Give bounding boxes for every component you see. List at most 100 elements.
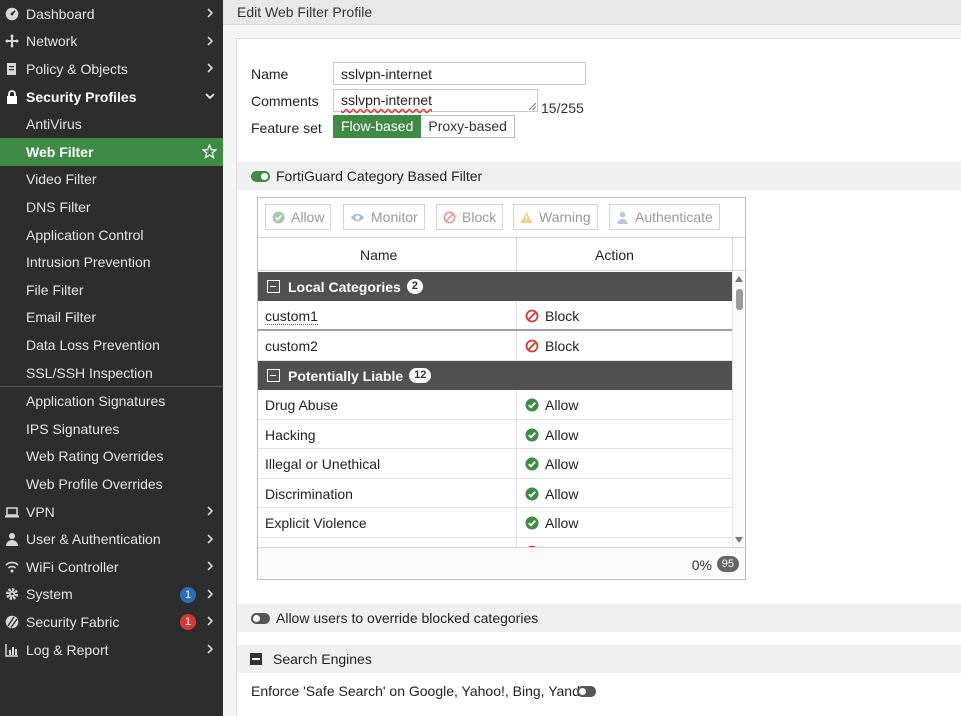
warning-icon bbox=[520, 211, 533, 223]
sidebar-item-label: Dashboard bbox=[26, 5, 95, 22]
collapse-icon[interactable] bbox=[267, 369, 280, 382]
category-name: Discrimination bbox=[265, 485, 353, 502]
flow-based-option[interactable]: Flow-based bbox=[333, 115, 422, 138]
sidebar-item-system[interactable]: System 1 bbox=[0, 581, 223, 609]
sidebar-item-dashboard[interactable]: Dashboard bbox=[0, 0, 223, 28]
column-header-action[interactable]: Action bbox=[595, 247, 634, 263]
table-row[interactable]: Drug Abuse Allow bbox=[258, 390, 732, 420]
category-action[interactable]: Allow bbox=[525, 456, 578, 472]
sidebar-item-wifi-controller[interactable]: WiFi Controller bbox=[0, 553, 223, 581]
resize-grip-icon[interactable] bbox=[528, 102, 537, 111]
table-row[interactable]: Discrimination Allow bbox=[258, 478, 732, 508]
sidebar-item-web-rating-overrides[interactable]: Web Rating Overrides bbox=[0, 443, 223, 471]
table-row[interactable]: Explicit Violence Allow bbox=[258, 508, 732, 538]
sidebar-item-vpn[interactable]: VPN bbox=[0, 498, 223, 526]
comments-textarea[interactable]: sslvpn-internet bbox=[333, 89, 538, 112]
sidebar-item-web-profile-overrides[interactable]: Web Profile Overrides bbox=[0, 470, 223, 498]
sidebar-item-ips-signatures[interactable]: IPS Signatures bbox=[0, 415, 223, 443]
chevron-right-icon bbox=[207, 506, 214, 516]
network-icon bbox=[4, 33, 20, 49]
group-label: Local Categories bbox=[288, 278, 401, 295]
sidebar-item-network[interactable]: Network bbox=[0, 28, 223, 56]
table-row-partial[interactable] bbox=[258, 537, 732, 547]
sidebar-item-policy-objects[interactable]: Policy & Objects bbox=[0, 55, 223, 83]
fortiguard-toggle[interactable] bbox=[251, 170, 270, 182]
lock-icon bbox=[4, 89, 20, 105]
sidebar-item-data-loss-prevention[interactable]: Data Loss Prevention bbox=[0, 331, 223, 359]
category-action[interactable]: Allow bbox=[525, 515, 578, 531]
action-label: Allow bbox=[545, 426, 579, 443]
sidebar-item-security-profiles[interactable]: Security Profiles bbox=[0, 83, 223, 111]
sidebar-item-dns-filter[interactable]: DNS Filter bbox=[0, 193, 223, 221]
action-label: Allow bbox=[545, 485, 579, 502]
safe-search-label: Enforce 'Safe Search' on Google, Yahoo!,… bbox=[251, 683, 595, 699]
search-engines-label: Search Engines bbox=[273, 651, 372, 667]
sidebar-item-file-filter[interactable]: File Filter bbox=[0, 276, 223, 304]
sidebar-item-web-filter[interactable]: Web Filter bbox=[0, 138, 223, 166]
action-label: Block bbox=[545, 308, 580, 324]
category-name: Illegal or Unethical bbox=[265, 456, 381, 472]
allow-button[interactable]: Allow bbox=[265, 204, 332, 230]
star-icon[interactable] bbox=[202, 144, 217, 159]
sidebar-item-label: Application Signatures bbox=[26, 393, 166, 410]
scroll-up-icon[interactable] bbox=[735, 276, 743, 282]
user-icon bbox=[4, 531, 20, 547]
scroll-down-icon[interactable] bbox=[735, 537, 743, 543]
chevron-right-icon bbox=[207, 36, 214, 46]
block-button[interactable]: Block bbox=[436, 204, 504, 230]
scroll-thumb[interactable] bbox=[736, 289, 743, 310]
sidebar-item-application-control[interactable]: Application Control bbox=[0, 221, 223, 249]
sidebar-item-label: Log & Report bbox=[26, 641, 109, 658]
check-circle-icon bbox=[272, 210, 285, 224]
sidebar-item-video-filter[interactable]: Video Filter bbox=[0, 166, 223, 194]
chevron-right-icon bbox=[207, 616, 214, 626]
sidebar-item-log-report[interactable]: Log & Report bbox=[0, 636, 223, 664]
sidebar-item-label: IPS Signatures bbox=[26, 420, 120, 437]
group-count-badge: 2 bbox=[406, 279, 423, 294]
override-toggle[interactable] bbox=[251, 612, 270, 624]
sidebar-item-application-signatures[interactable]: Application Signatures bbox=[0, 388, 223, 416]
table-footer: 0% 95 bbox=[258, 547, 745, 579]
sidebar-item-email-filter[interactable]: Email Filter bbox=[0, 304, 223, 332]
feature-set-label: Feature set bbox=[251, 120, 322, 136]
load-progress: 0% bbox=[691, 557, 712, 573]
sidebar-item-label: File Filter bbox=[26, 281, 84, 298]
table-row[interactable]: custom1 Block bbox=[258, 301, 732, 331]
allow-label: Allow bbox=[291, 209, 325, 225]
sidebar-item-security-fabric[interactable]: Security Fabric 1 bbox=[0, 608, 223, 636]
proxy-based-option[interactable]: Proxy-based bbox=[421, 115, 515, 138]
category-action[interactable]: Allow bbox=[525, 427, 578, 443]
authenticate-button[interactable]: Authenticate bbox=[609, 204, 720, 230]
category-action[interactable]: Block bbox=[525, 308, 579, 324]
table-scrollbar[interactable] bbox=[732, 272, 745, 547]
table-row[interactable]: Hacking Allow bbox=[258, 419, 732, 449]
category-action[interactable]: Block bbox=[525, 338, 579, 354]
chevron-right-icon bbox=[207, 589, 214, 599]
category-action[interactable]: Allow bbox=[525, 397, 578, 413]
sidebar-item-label: Application Control bbox=[26, 226, 144, 243]
column-header-name[interactable]: Name bbox=[360, 247, 397, 263]
chevron-right-icon bbox=[207, 63, 214, 73]
table-row[interactable]: Illegal or Unethical Allow bbox=[258, 449, 732, 479]
sidebar-item-ssl-ssh-inspection[interactable]: SSL/SSH Inspection bbox=[0, 359, 223, 387]
warning-button[interactable]: Warning bbox=[513, 204, 598, 230]
group-count-badge: 12 bbox=[409, 368, 432, 383]
sidebar-item-user-authentication[interactable]: User & Authentication bbox=[0, 526, 223, 554]
sidebar-item-label: Web Filter bbox=[26, 143, 94, 160]
table-row[interactable]: custom2 Block bbox=[258, 331, 732, 361]
sidebar-item-antivirus[interactable]: AntiVirus bbox=[0, 110, 223, 138]
name-input[interactable] bbox=[333, 62, 586, 85]
category-filter-table: Allow Monitor Block Warning Authenticate… bbox=[257, 197, 746, 580]
safe-search-toggle[interactable] bbox=[577, 686, 596, 697]
group-header-local-categories[interactable]: Local Categories 2 bbox=[258, 272, 732, 301]
authenticate-label: Authenticate bbox=[635, 209, 713, 225]
collapse-icon[interactable] bbox=[267, 280, 280, 293]
page-title: Edit Web Filter Profile bbox=[237, 4, 373, 20]
monitor-button[interactable]: Monitor bbox=[343, 204, 425, 230]
collapse-icon[interactable] bbox=[250, 653, 262, 665]
category-action[interactable]: Allow bbox=[525, 486, 578, 502]
sidebar-item-intrusion-prevention[interactable]: Intrusion Prevention bbox=[0, 248, 223, 276]
block-icon bbox=[443, 211, 456, 223]
group-header-potentially-liable[interactable]: Potentially Liable 12 bbox=[258, 361, 732, 390]
chevron-right-icon bbox=[207, 561, 214, 571]
